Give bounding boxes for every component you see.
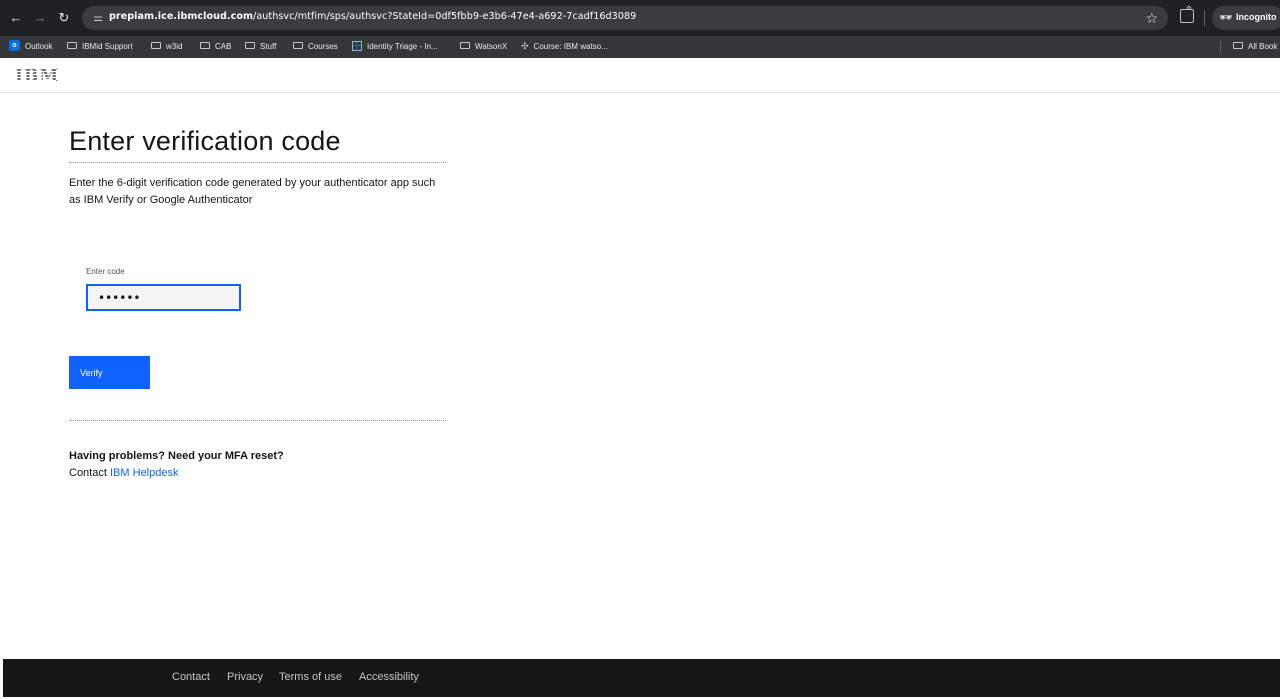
incognito-icon: 🕶 — [1219, 12, 1233, 24]
all-bookmarks[interactable]: All Book — [1233, 40, 1277, 54]
folder-icon — [460, 42, 470, 50]
folder-icon — [245, 42, 255, 50]
form-divider — [69, 420, 446, 421]
bookmark-star-icon[interactable]: ☆ — [1145, 8, 1158, 28]
bookmark-watsonx[interactable]: WatsonX — [460, 40, 507, 54]
folder-icon — [1233, 42, 1243, 50]
verify-button[interactable]: Verify — [69, 356, 150, 389]
title-divider — [69, 162, 446, 163]
bookmark-cab[interactable]: CAB — [200, 40, 231, 54]
folder-icon — [151, 42, 161, 50]
bookmark-ibmid-support[interactable]: IBMid Support — [67, 40, 133, 54]
bookmarks-divider — [1220, 41, 1221, 53]
footer-link-privacy[interactable]: Privacy — [227, 671, 263, 683]
reload-icon[interactable]: ↻ — [55, 9, 73, 27]
incognito-badge[interactable]: 🕶 Incognito — [1212, 6, 1280, 30]
page-title: Enter verification code — [69, 126, 341, 156]
folder-icon — [67, 42, 77, 50]
site-settings-icon[interactable]: ⚌ — [90, 10, 106, 26]
folder-icon — [200, 42, 210, 50]
folder-icon — [293, 42, 303, 50]
help-contact: Contact IBM Helpdesk — [69, 467, 178, 479]
page-header: IBM — [0, 58, 1280, 93]
instructions-text: Enter the 6-digit verification code gene… — [69, 177, 436, 206]
bookmark-w3id[interactable]: w3id — [151, 40, 182, 54]
url-text: prepiam.ice.ibmcloud.com/authsvc/mtfim/s… — [109, 11, 637, 22]
help-heading: Having problems? Need your MFA reset? — [69, 450, 284, 462]
toolbar-divider — [1204, 10, 1205, 26]
page-footer: Contact Privacy Terms of use Accessibili… — [3, 659, 1280, 697]
sheet-icon — [352, 40, 362, 51]
course-icon: ✣ — [521, 41, 529, 51]
extensions-icon[interactable] — [1180, 6, 1194, 23]
address-bar[interactable]: ⚌ prepiam.ice.ibmcloud.com/authsvc/mtfim… — [82, 6, 1168, 30]
back-arrow-icon[interactable]: ← — [7, 9, 25, 27]
bookmark-courses[interactable]: Courses — [293, 40, 338, 54]
ibm-logo[interactable]: IBM — [15, 66, 60, 86]
bookmark-stuff[interactable]: Stuff — [245, 40, 276, 54]
footer-link-terms-of-use[interactable]: Terms of use — [279, 671, 342, 683]
bookmark-identity-triage[interactable]: Identity Triage - In... — [352, 40, 438, 54]
ibm-helpdesk-link[interactable]: IBM Helpdesk — [110, 467, 178, 479]
forward-arrow-icon[interactable]: → — [31, 9, 49, 27]
browser-toolbar: ← → ↻ ⚌ prepiam.ice.ibmcloud.com/authsvc… — [0, 0, 1280, 36]
bookmarks-bar: o Outlook IBMid Support w3id CAB Stuff Co… — [0, 36, 1280, 58]
code-field-label: Enter code — [86, 267, 125, 276]
bookmark-outlook[interactable]: o Outlook — [9, 40, 53, 54]
footer-link-accessibility[interactable]: Accessibility — [359, 671, 419, 683]
help-contact-prefix: Contact — [69, 467, 107, 479]
footer-link-contact[interactable]: Contact — [172, 671, 210, 683]
outlook-icon: o — [9, 40, 20, 52]
incognito-label: Incognito — [1236, 12, 1277, 22]
bookmark-course-ibm-watson[interactable]: ✣ Course: IBM watso... — [521, 40, 608, 54]
verification-code-input[interactable] — [86, 284, 241, 311]
